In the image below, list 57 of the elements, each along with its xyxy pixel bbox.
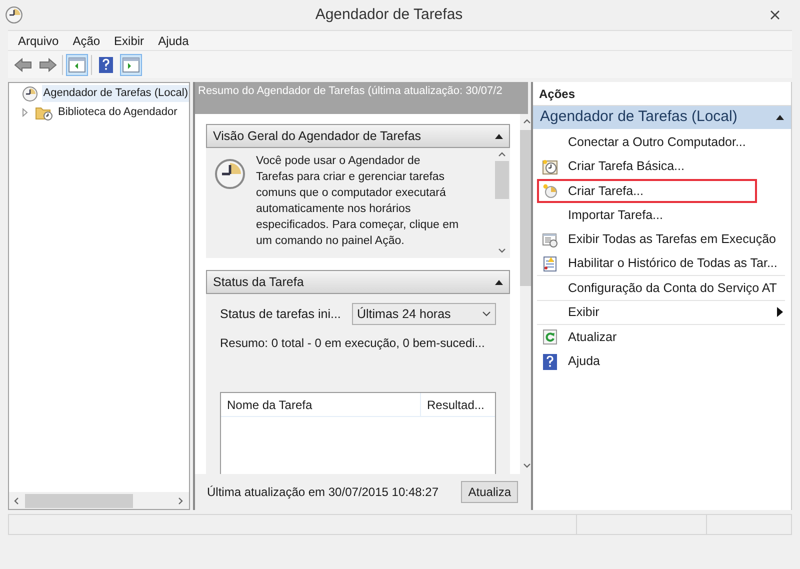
pane-toggle-icon[interactable] (68, 56, 86, 72)
period-dropdown[interactable]: Últimas 24 horas (352, 303, 496, 325)
help-icon[interactable] (542, 352, 558, 371)
tree-item[interactable]: Biblioteca do Agendador (57, 104, 178, 121)
column-header[interactable]: Nome da Tarefa (221, 393, 421, 416)
back-arrow-icon[interactable] (14, 56, 32, 72)
forward-arrow-icon[interactable] (39, 56, 57, 72)
clock-icon (542, 182, 558, 199)
close-icon (770, 10, 780, 20)
filter-label: Status de tarefas ini... (220, 306, 342, 323)
task-list-icon (542, 232, 558, 248)
action-item[interactable]: Criar Tarefa Básica... (537, 154, 785, 179)
section-title: Status da Tarefa (213, 274, 304, 291)
scroll-down-icon[interactable] (498, 247, 506, 255)
action-item[interactable]: Importar Tarefa... (537, 203, 785, 228)
scroll-up-icon[interactable] (498, 151, 506, 159)
menu-item[interactable]: Arquivo (12, 32, 65, 50)
refresh-button[interactable]: Atualiza (461, 481, 518, 503)
menu-item[interactable]: Ajuda (152, 32, 195, 50)
refresh-icon (542, 329, 558, 346)
scroll-down-icon[interactable] (523, 462, 531, 470)
action-item[interactable]: Criar Tarefa... (537, 178, 757, 203)
menu-item[interactable]: Ação (66, 32, 106, 50)
expand-arrow-icon[interactable] (22, 108, 28, 117)
action-item[interactable]: Conectar a Outro Computador... (537, 130, 785, 154)
action-item[interactable]: Exibir (537, 300, 785, 324)
collapse-icon[interactable] (495, 280, 503, 284)
app-clock-icon (5, 6, 23, 24)
section-title: Visão Geral do Agendador de Tarefas (213, 128, 422, 145)
overview-text: Você pode usar o Agendador de Tarefas para criar e gerenciar tarefas comuns que o computador executará automaticamente nos horários especificados. Para começar, clique em um comando no painel Ação. (256, 154, 460, 249)
collapse-icon[interactable] (776, 115, 784, 120)
help-icon[interactable] (98, 56, 114, 74)
clock-icon (542, 158, 558, 175)
action-item[interactable]: Habilitar o Histórico de Todas as Tar... (537, 252, 785, 276)
log-icon (542, 256, 558, 272)
action-item[interactable]: Exibir Todas as Tarefas em Execução (537, 228, 785, 252)
menu-item[interactable]: Exibir (108, 32, 150, 50)
summary-text: Resumo: 0 total - 0 em execução, 0 bem-sucedi... (220, 335, 486, 352)
column-header[interactable]: Resultad... (421, 393, 495, 416)
collapse-icon[interactable] (495, 134, 503, 138)
action-item[interactable]: Configuração da Conta do Serviço AT (537, 276, 785, 300)
action-item[interactable]: Ajuda (537, 350, 785, 374)
tree-item[interactable]: Agendador de Tarefas (Local) (42, 85, 189, 102)
horizontal-scrollbar[interactable] (9, 492, 189, 509)
scroll-left-icon[interactable] (13, 496, 21, 504)
clock-icon (214, 158, 246, 190)
action-item[interactable]: Atualizar (537, 325, 785, 350)
scroll-up-icon[interactable] (523, 118, 531, 126)
pane-toggle-icon[interactable] (122, 56, 140, 72)
actions-group-header[interactable]: Agendador de Tarefas (Local) (533, 106, 791, 129)
scroll-right-icon[interactable] (177, 496, 185, 504)
last-update-text: Última atualização em 30/07/2015 10:48:27 (207, 484, 438, 501)
submenu-arrow-icon (777, 307, 783, 318)
clock-icon (22, 86, 38, 102)
summary-header: Resumo do Agendador de Tarefas (última atualização: 30/07/2 (195, 82, 528, 114)
folder-icon (35, 104, 53, 120)
window-title: Agendador de Tarefas (315, 4, 463, 25)
